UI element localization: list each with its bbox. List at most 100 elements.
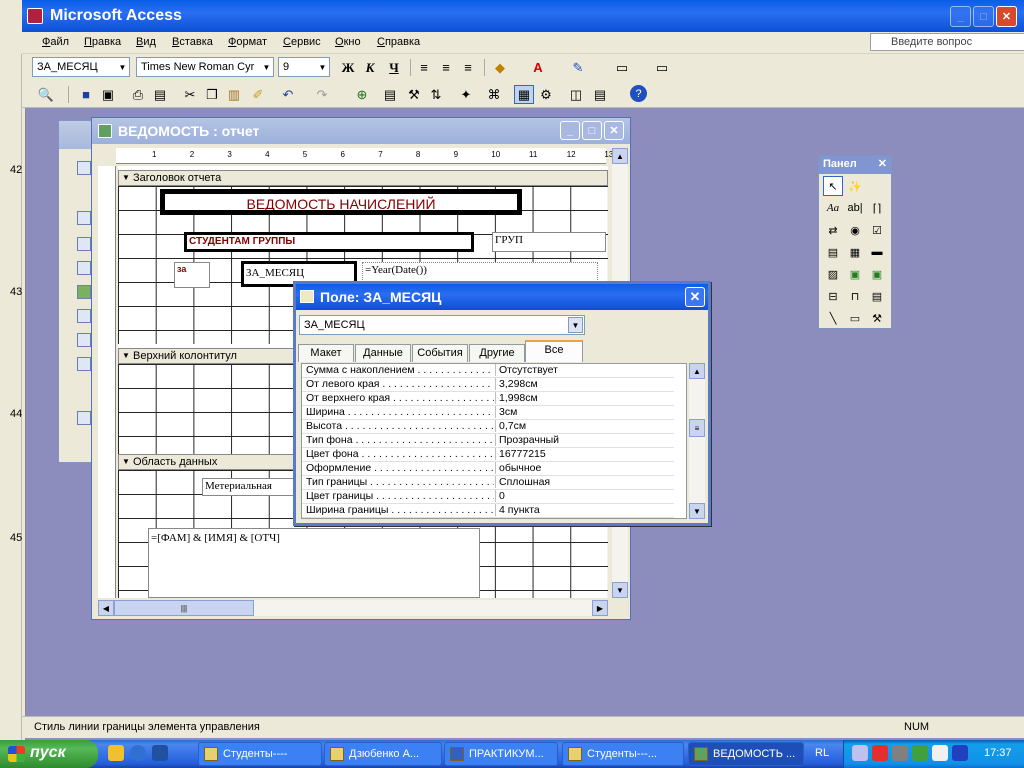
fullname-field[interactable]: =[ФАМ] & [ИМЯ] & [ОТЧ] (148, 528, 480, 598)
builder-icon[interactable]: ⚙ (536, 85, 556, 104)
menu-edit[interactable]: Правка (84, 36, 121, 48)
ie-icon[interactable] (130, 745, 146, 761)
minimize-button[interactable]: _ (950, 6, 971, 27)
tray-icon[interactable] (912, 745, 928, 761)
db-object-icon[interactable] (77, 285, 91, 299)
hyperlink-icon[interactable]: ⊕ (352, 85, 372, 104)
material-label[interactable]: Метериальная (202, 478, 302, 496)
tab-events[interactable]: События (412, 344, 468, 362)
tray-icon[interactable] (952, 745, 968, 761)
page-break-tool[interactable]: ⊟ (823, 286, 843, 306)
menu-window[interactable]: Окно (335, 36, 361, 48)
report-title-label[interactable]: ВЕДОМОСТЬ НАЧИСЛЕНИЙ (160, 189, 522, 215)
db-object-icon[interactable] (77, 309, 91, 323)
property-row[interactable]: Высота . . . . . . . . . . . . . . . . .… (302, 420, 674, 434)
report-horizontal-scrollbar[interactable]: ◀ ||| ▶ (98, 600, 608, 616)
property-row[interactable]: Ширина границы . . . . . . . . . . . . .… (302, 504, 674, 518)
property-value[interactable]: 16777215 (495, 448, 671, 460)
save-icon[interactable]: ■ (76, 85, 96, 104)
bold-button[interactable]: Ж (338, 58, 358, 77)
horizontal-scroll-thumb[interactable]: ||| (114, 600, 254, 616)
property-row[interactable]: От верхнего края . . . . . . . . . . . .… (302, 392, 674, 406)
fill-color-icon[interactable]: ◆ (490, 58, 510, 77)
properties-icon[interactable]: ▦ (514, 85, 534, 104)
tray-icon[interactable] (872, 745, 888, 761)
label-tool[interactable]: Aa (823, 198, 843, 218)
properties-close-button[interactable]: ✕ (685, 287, 705, 307)
property-row[interactable]: Сумма с накоплением . . . . . . . . . . … (302, 364, 674, 378)
scroll-up-button[interactable]: ▲ (689, 363, 705, 379)
report-minimize-button[interactable]: _ (560, 121, 580, 140)
maximize-button[interactable]: □ (973, 6, 994, 27)
image-tool[interactable]: ▨ (823, 264, 843, 284)
db-object-icon[interactable] (77, 357, 91, 371)
property-value[interactable]: 0 (495, 490, 671, 502)
year-field[interactable]: =Year(Date()) (362, 262, 598, 282)
toolbox-close-icon[interactable]: ✕ (878, 157, 887, 170)
menu-file[interactable]: Файл (42, 36, 69, 48)
line-tool[interactable]: ╲ (823, 308, 843, 328)
bound-frame-tool[interactable]: ▣ (867, 264, 887, 284)
toggle-button-tool[interactable]: ⇄ (823, 220, 843, 240)
special-effect-icon[interactable]: ▭ (652, 58, 672, 77)
property-row[interactable]: От левого края . . . . . . . . . . . . .… (302, 378, 674, 392)
property-value[interactable]: обычное (495, 462, 671, 474)
db-object-icon[interactable] (77, 237, 91, 251)
command-button-tool[interactable]: ▬ (867, 242, 887, 262)
scroll-down-button[interactable]: ▼ (612, 582, 628, 598)
rectangle-tool[interactable]: ▭ (845, 308, 865, 328)
align-center-icon[interactable]: ≡ (436, 58, 456, 77)
tab-other[interactable]: Другие (469, 344, 525, 362)
language-indicator[interactable]: RL (815, 747, 829, 759)
group-label[interactable]: СТУДЕНТАМ ГРУППЫ (184, 232, 474, 252)
help-icon[interactable]: ? (630, 85, 647, 102)
property-row[interactable]: Цвет фона . . . . . . . . . . . . . . . … (302, 448, 674, 462)
property-value[interactable]: 3,298см (495, 378, 671, 390)
align-right-icon[interactable]: ≡ (458, 58, 478, 77)
undo-icon[interactable]: ↶ (278, 85, 298, 104)
db-object-icon[interactable] (77, 333, 91, 347)
scroll-right-button[interactable]: ▶ (592, 600, 608, 616)
redo-icon[interactable]: ↷ (312, 85, 332, 104)
property-row[interactable]: Цвет границы . . . . . . . . . . . . . .… (302, 490, 674, 504)
view-icon[interactable]: 🔍 (36, 85, 56, 104)
font-color-icon[interactable]: A (528, 58, 548, 77)
db-object-icon[interactable] (77, 161, 91, 175)
field-list-icon[interactable]: ▤ (380, 85, 400, 104)
property-value[interactable]: Сплошная (495, 476, 671, 488)
menu-insert[interactable]: Вставка (172, 36, 213, 48)
object-combo[interactable]: ЗА_МЕСЯЦ ▼ (32, 57, 130, 77)
align-left-icon[interactable]: ≡ (414, 58, 434, 77)
scroll-left-button[interactable]: ◀ (98, 600, 114, 616)
menu-format[interactable]: Формат (228, 36, 267, 48)
tray-icon[interactable] (892, 745, 908, 761)
code-icon[interactable]: ⌘ (484, 85, 504, 104)
report-maximize-button[interactable]: □ (582, 121, 602, 140)
db-object-icon[interactable] (77, 411, 91, 425)
property-value[interactable]: 4 пункта (495, 504, 671, 516)
more-controls-tool[interactable]: ⚒ (867, 308, 887, 328)
report-close-button[interactable]: ✕ (604, 121, 624, 140)
unbound-frame-tool[interactable]: ▣ (845, 264, 865, 284)
taskbar-item[interactable]: ПРАКТИКУМ... (444, 742, 558, 766)
word-icon[interactable] (152, 745, 168, 761)
properties-scrollbar[interactable]: ▲ ≡ ▼ (689, 363, 705, 519)
section-report-header[interactable]: Заголовок отчета (118, 170, 608, 186)
property-value[interactable]: 0,7см (495, 420, 671, 432)
format-painter-icon[interactable]: ✐ (248, 85, 268, 104)
property-value[interactable]: Прозрачный (495, 434, 671, 446)
property-row[interactable]: Ширина . . . . . . . . . . . . . . . . .… (302, 406, 674, 420)
control-wizards-tool[interactable]: ✨ (845, 176, 865, 196)
new-object-icon[interactable]: ▤ (590, 85, 610, 104)
sorting-grouping-icon[interactable]: ⇅ (426, 85, 446, 104)
tray-icon[interactable] (932, 745, 948, 761)
taskbar-item[interactable]: Дзюбенко А... (324, 742, 442, 766)
font-combo[interactable]: Times New Roman Cyr ▼ (136, 57, 274, 77)
taskbar-item-active[interactable]: ВЕДОМОСТЬ ... (688, 742, 804, 766)
close-button[interactable]: ✕ (996, 6, 1017, 27)
tab-control-tool[interactable]: ⊓ (845, 286, 865, 306)
font-size-combo[interactable]: 9 ▼ (278, 57, 330, 77)
tab-layout[interactable]: Макет (298, 344, 354, 362)
print-icon[interactable]: ⎙ (128, 85, 148, 104)
chevron-down-icon[interactable]: ▼ (568, 317, 583, 333)
